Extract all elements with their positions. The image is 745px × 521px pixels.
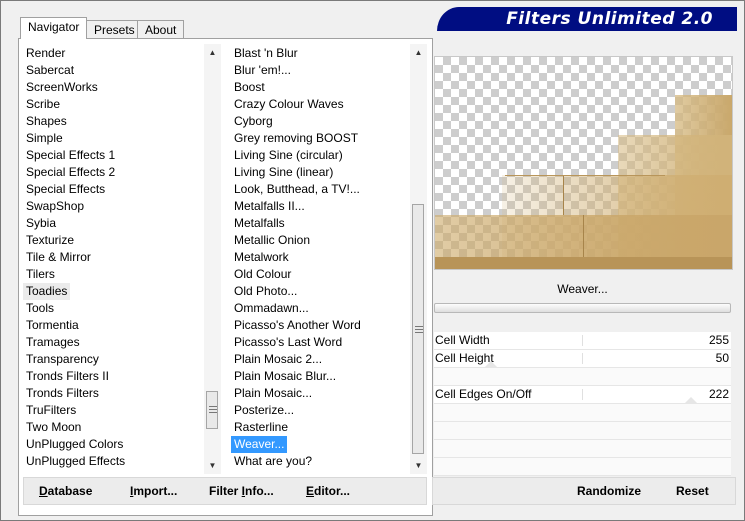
param-row-cell-edges[interactable]: Cell Edges On/Off 222 xyxy=(434,386,731,404)
list-item[interactable]: Blur 'em!... xyxy=(231,62,294,79)
right-button-bar: Randomize Reset xyxy=(432,477,736,505)
filter-list[interactable]: Blast 'n Blur Blur 'em!... Boost Crazy Colo… xyxy=(231,44,426,474)
list-item[interactable]: Two Moon xyxy=(23,419,84,436)
filter-info-button[interactable]: Filter Info... xyxy=(209,484,274,498)
selected-filter-name: Weaver... xyxy=(557,282,608,296)
list-item[interactable]: Scribe xyxy=(23,96,63,113)
list-item[interactable]: Boost xyxy=(231,79,268,96)
list-item[interactable]: UnPlugged Effects xyxy=(23,453,128,470)
progress-bar xyxy=(434,303,731,313)
list-item[interactable]: Sybia xyxy=(23,215,59,232)
list-item[interactable]: Rasterline xyxy=(231,419,291,436)
tab-about[interactable]: About xyxy=(137,20,185,38)
list-item[interactable]: Toadies xyxy=(23,283,71,300)
list-item[interactable]: Tools xyxy=(23,300,57,317)
list-item[interactable]: Cyborg xyxy=(231,113,276,130)
list-item[interactable]: Plain Mosaic... xyxy=(231,385,315,402)
list-item[interactable]: Sabercat xyxy=(23,62,77,79)
list-item[interactable]: Tronds Filters xyxy=(23,385,102,402)
scroll-up-arrow-icon[interactable]: ▲ xyxy=(204,44,221,61)
slider-thumb[interactable] xyxy=(685,397,697,403)
list-item[interactable]: Picasso's Last Word xyxy=(231,334,345,351)
list-item[interactable]: Grey removing BOOST xyxy=(231,130,361,147)
list-item[interactable]: Old Photo... xyxy=(231,283,300,300)
list-item[interactable]: Old Colour xyxy=(231,266,294,283)
list-item[interactable]: What are you? xyxy=(231,453,315,470)
import-button[interactable]: Import... xyxy=(130,484,177,498)
list-item[interactable]: Living Sine (circular) xyxy=(231,147,346,164)
tab-navigator[interactable]: Navigator xyxy=(20,17,88,39)
list-item[interactable]: Render xyxy=(23,45,68,62)
list-item[interactable]: Simple xyxy=(23,130,66,147)
list-item[interactable]: SwapShop xyxy=(23,198,87,215)
list-item[interactable]: Tramages xyxy=(23,334,83,351)
param-value: 50 xyxy=(715,351,729,365)
database-button[interactable]: Database xyxy=(39,484,92,498)
param-row-cell-width[interactable]: Cell Width 255 xyxy=(434,332,731,350)
editor-button[interactable]: Editor... xyxy=(306,484,350,498)
list-item[interactable]: Shapes xyxy=(23,113,70,130)
scroll-down-arrow-icon[interactable]: ▼ xyxy=(204,457,221,474)
list-item[interactable]: Plain Mosaic Blur... xyxy=(231,368,339,385)
scroll-thumb[interactable] xyxy=(412,204,424,454)
list-item[interactable]: Plain Mosaic 2... xyxy=(231,351,325,368)
filter-preview-image xyxy=(434,56,733,270)
list-item[interactable]: Picasso's Another Word xyxy=(231,317,364,334)
list-item[interactable]: Special Effects 2 xyxy=(23,164,118,181)
scroll-up-arrow-icon[interactable]: ▲ xyxy=(410,44,427,61)
list-item[interactable]: Blast 'n Blur xyxy=(231,45,301,62)
randomize-button[interactable]: Randomize xyxy=(577,484,641,498)
list-item[interactable]: Tronds Filters II xyxy=(23,368,112,385)
product-banner: Filters Unlimited 2.0 xyxy=(437,7,737,31)
list-item[interactable]: UnPlugged Colors xyxy=(23,436,126,453)
category-list[interactable]: Render Sabercat ScreenWorks Scribe Shapes Sim… xyxy=(23,44,220,474)
param-row-cell-height[interactable]: Cell Height 50 xyxy=(434,350,731,368)
list-item[interactable]: Tilers xyxy=(23,266,58,283)
list-item[interactable]: Weaver... xyxy=(231,436,288,453)
list-item[interactable]: Living Sine (linear) xyxy=(231,164,336,181)
param-value: 255 xyxy=(708,333,729,347)
list-item[interactable]: TruFilters xyxy=(23,402,79,419)
param-value: 222 xyxy=(708,387,729,401)
list-item[interactable]: Metalfalls II... xyxy=(231,198,308,215)
list-item[interactable]: Special Effects 1 xyxy=(23,147,118,164)
scroll-down-arrow-icon[interactable]: ▼ xyxy=(410,457,427,474)
list-item[interactable]: Tormentia xyxy=(23,317,82,334)
param-row-empty xyxy=(434,368,731,386)
left-button-bar: Database Import... Filter Info... Editor… xyxy=(23,477,427,505)
reset-button[interactable]: Reset xyxy=(676,484,709,498)
list-item[interactable]: Special Effects xyxy=(23,181,108,198)
list-item[interactable]: Metallic Onion xyxy=(231,232,313,249)
filter-scrollbar[interactable]: ▲ ▼ xyxy=(410,44,427,474)
tab-presets[interactable]: Presets xyxy=(86,20,143,38)
list-item[interactable]: Look, Butthead, a TV!... xyxy=(231,181,363,198)
param-label: Cell Width xyxy=(435,333,490,347)
list-item[interactable]: Texturize xyxy=(23,232,77,249)
list-item[interactable]: Tile & Mirror xyxy=(23,249,94,266)
list-item[interactable]: Transparency xyxy=(23,351,102,368)
list-item[interactable]: Crazy Colour Waves xyxy=(231,96,347,113)
list-item[interactable]: Ommadawn... xyxy=(231,300,312,317)
category-scrollbar[interactable]: ▲ ▼ xyxy=(204,44,221,474)
list-item[interactable]: ScreenWorks xyxy=(23,79,101,96)
scroll-thumb[interactable] xyxy=(206,391,218,429)
list-item[interactable]: Metalfalls xyxy=(231,215,288,232)
param-label: Cell Edges On/Off xyxy=(435,387,532,401)
parameter-panel: Cell Width 255 Cell Height 50 Cell Edges… xyxy=(434,320,731,476)
list-item[interactable]: Posterize... xyxy=(231,402,297,419)
list-item[interactable]: Metalwork xyxy=(231,249,292,266)
slider-thumb[interactable] xyxy=(485,361,497,367)
